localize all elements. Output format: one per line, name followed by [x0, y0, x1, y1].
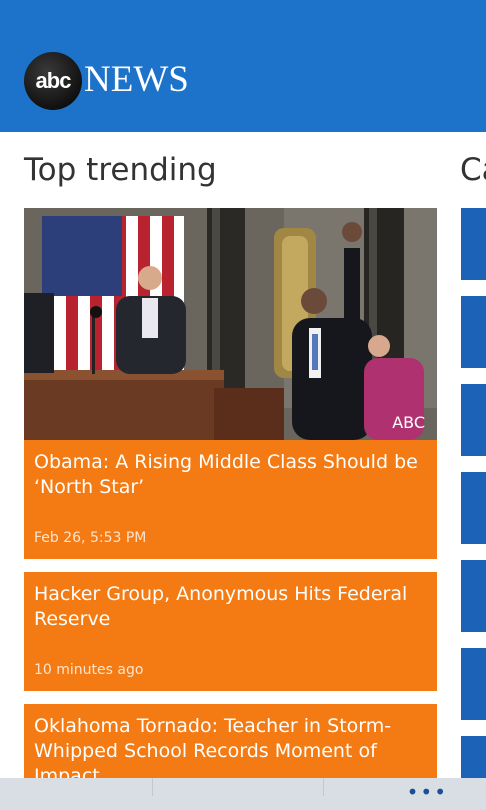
category-tile[interactable]: [461, 208, 486, 280]
story-title: Obama: A Rising Middle Class Should be ‘…: [34, 451, 418, 498]
more-options-icon[interactable]: •••: [407, 782, 448, 802]
category-tile[interactable]: [461, 296, 486, 368]
appbar-divider: [323, 778, 324, 796]
hero-photo: [24, 208, 437, 440]
top-trending-title: Top trending: [24, 152, 217, 188]
photo-credit: ABC: [392, 413, 425, 432]
category-tile[interactable]: [461, 472, 486, 544]
app-bar: •••: [0, 778, 486, 810]
story-title: Hacker Group, Anonymous Hits Federal Res…: [34, 583, 408, 630]
story-card[interactable]: Obama: A Rising Middle Class Should be ‘…: [24, 440, 437, 559]
category-tile[interactable]: [461, 648, 486, 720]
abc-logo[interactable]: abc: [24, 52, 82, 110]
app-header: abc NEWS: [0, 0, 486, 132]
story-time: Feb 26, 5:53 PM: [34, 530, 147, 546]
category-tile[interactable]: [461, 384, 486, 456]
story-time: 10 minutes ago: [34, 662, 144, 678]
appbar-divider: [152, 778, 153, 796]
story-title: Oklahoma Tornado: Teacher in Storm-Whipp…: [34, 715, 392, 778]
categories-title: Ca: [460, 152, 486, 188]
category-tile[interactable]: [461, 560, 486, 632]
hero-image[interactable]: ABC: [24, 208, 437, 440]
news-logo-text: NEWS: [84, 59, 189, 100]
category-tile[interactable]: [461, 736, 486, 778]
story-card[interactable]: Hacker Group, Anonymous Hits Federal Res…: [24, 572, 437, 691]
story-card[interactable]: Oklahoma Tornado: Teacher in Storm-Whipp…: [24, 704, 437, 778]
